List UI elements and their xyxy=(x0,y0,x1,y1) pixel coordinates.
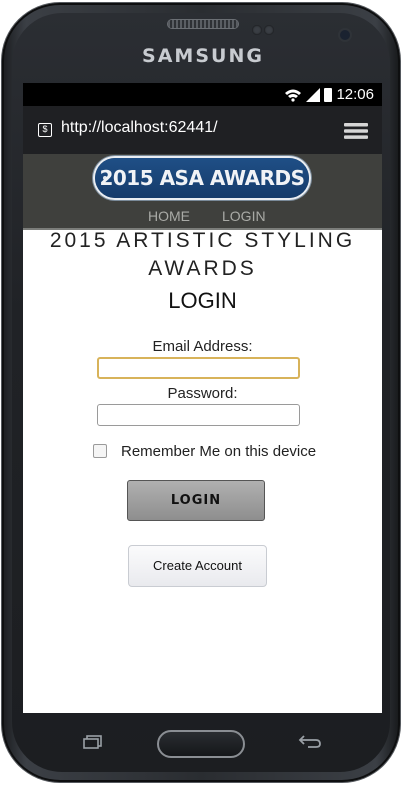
login-button[interactable]: LOGIN xyxy=(127,480,265,521)
email-field[interactable] xyxy=(97,357,300,379)
password-label: Password: xyxy=(167,385,238,402)
home-button[interactable] xyxy=(157,730,245,758)
status-time: 12:06 xyxy=(336,86,374,103)
remember-me-label[interactable]: Remember Me on this device xyxy=(121,443,316,460)
browser-menu-icon[interactable] xyxy=(344,123,368,139)
banner-text: 2015 ASA AWARDS xyxy=(99,166,305,190)
status-icons: 12:06 xyxy=(284,86,374,103)
password-field[interactable] xyxy=(97,404,300,426)
url-text[interactable]: http://localhost:62441/ xyxy=(61,119,218,137)
back-key-icon[interactable] xyxy=(298,733,322,749)
device-screen: 12:06 $ http://localhost:62441/ 2015 ASA… xyxy=(23,83,382,713)
nav-home-link[interactable]: HOME xyxy=(148,208,190,224)
device-brand: SAMSUNG xyxy=(142,45,264,67)
awards-banner-logo[interactable]: 2015 ASA AWARDS xyxy=(95,158,309,198)
browser-url-bar[interactable]: $ http://localhost:62441/ xyxy=(23,106,382,154)
email-label: Email Address: xyxy=(152,338,253,355)
wifi-icon xyxy=(285,89,302,102)
create-account-button[interactable]: Create Account xyxy=(128,545,267,587)
status-bar: 12:06 xyxy=(23,83,382,106)
page-info-icon[interactable]: $ xyxy=(38,123,52,137)
earpiece-speaker xyxy=(168,20,238,28)
login-heading: LOGIN xyxy=(168,288,237,313)
page-title-line-2: AWARDS xyxy=(148,257,257,280)
signal-icon xyxy=(306,87,321,102)
page-title-line-1: 2015 ARTISTIC STYLING xyxy=(49,229,356,252)
nav-login-link[interactable]: LOGIN xyxy=(222,208,266,224)
remember-me-checkbox[interactable] xyxy=(93,444,107,458)
battery-icon xyxy=(324,87,333,102)
site-header: 2015 ASA AWARDS HOME LOGIN xyxy=(23,154,382,230)
front-camera xyxy=(340,30,350,40)
banner-dot-right xyxy=(297,176,301,180)
light-sensor xyxy=(264,25,274,35)
proximity-sensor xyxy=(252,25,262,35)
recent-apps-key[interactable] xyxy=(83,735,103,749)
